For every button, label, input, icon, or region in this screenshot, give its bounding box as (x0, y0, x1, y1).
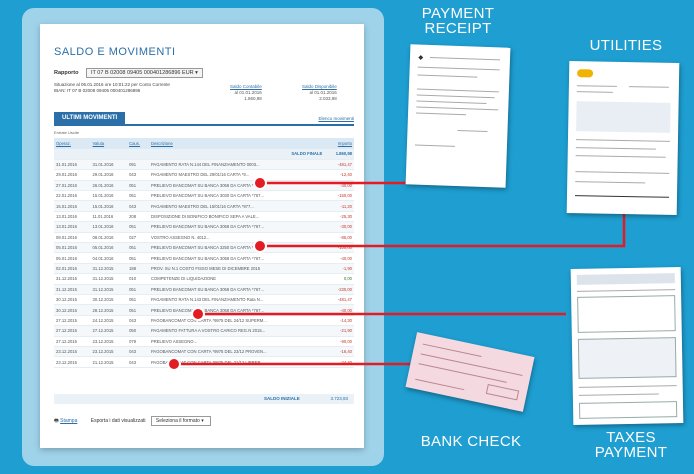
unicredit-logo: ❖ (417, 55, 424, 62)
taxes-payment-caption: TAXES PAYMENT (576, 430, 686, 460)
payment-receipt-line1: PAYMENT (421, 5, 495, 22)
payment-receipt-caption: PAYMENT RECEIPT (408, 6, 508, 36)
marker-taxes (191, 307, 205, 321)
utilities-caption: UTILITIES (589, 37, 663, 54)
marker-utilities (253, 239, 267, 253)
taxes-line1: TAXES (606, 429, 656, 446)
taxes-payment-doc (570, 267, 684, 425)
marker-bank-check (167, 357, 181, 371)
enel-logo (577, 69, 594, 78)
bank-check-caption: BANK CHECK (420, 433, 522, 450)
payment-receipt-doc: ❖ (405, 44, 511, 188)
taxes-line2: PAYMENT (594, 444, 668, 461)
marker-payment-receipt (253, 176, 267, 190)
payment-receipt-line2: RECEIPT (424, 20, 492, 37)
utilities-doc (566, 61, 680, 215)
